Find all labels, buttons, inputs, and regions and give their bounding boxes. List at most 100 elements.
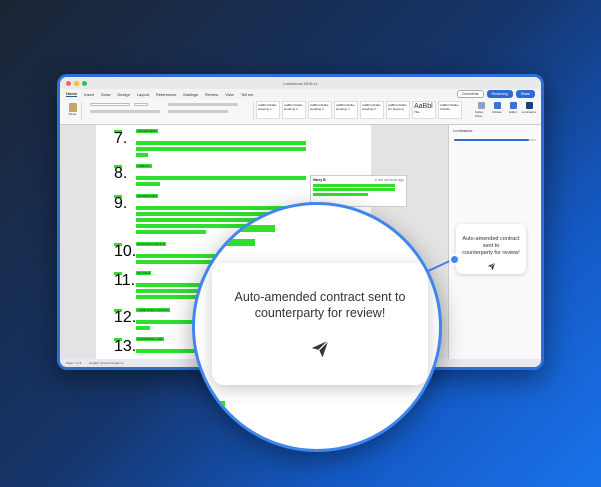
highlighted-paragraph [136,182,160,186]
highlighted-paragraph [195,239,255,246]
highlighted-paragraph [136,326,150,330]
style-heading-1[interactable]: AaBbCcDdEe Heading 1 [256,101,280,119]
tab-home[interactable]: Home [66,91,78,97]
document-title: Luminance NDA v1 [283,80,318,86]
section-number: 10. [114,243,137,260]
tab-layout[interactable]: Layout [137,92,149,97]
pane-title: Luminance [453,128,473,133]
styles-pane-button[interactable]: Styles Pane [475,102,487,118]
style-name: Title [414,110,420,114]
highlighted-paragraph [195,225,275,232]
styles-gallery: AaBbCcDdEe Heading 1 AaBbCcDdEe Heading 2 … [256,101,462,119]
section-heading: LIABILITY [136,164,152,168]
comment-text-line [313,183,395,187]
styles-pane-icon [477,102,485,109]
style-no-spacing[interactable]: AaBbCcDdEe No Spacing [386,101,410,119]
tab-draw[interactable]: Draw [101,92,110,97]
style-name: Heading 1 [258,107,272,111]
comment-time: A few seconds ago [374,178,404,182]
font-size-select[interactable] [134,103,148,106]
style-name: No Spacing [388,107,404,111]
ribbon-actions: Styles Pane Dictate Editor Luminance [475,102,537,118]
tab-tell-me[interactable]: Tell me [241,92,254,97]
highlighted-paragraph [136,147,306,151]
style-name: Heading 4 [336,107,350,111]
comment-text-line [313,192,368,196]
style-heading-3[interactable]: AaBbCcDdEe Heading 3 [308,101,332,119]
alignment-buttons[interactable] [168,110,228,113]
style-subtitle[interactable]: AaBbCcDdEe Subtitle [438,101,462,119]
language-indicator[interactable]: English (United Kingdom) [89,361,123,365]
tab-review[interactable]: Review [205,92,218,97]
pane-progress-bar [454,139,536,141]
section-number: 7. [114,130,128,147]
font-family-select[interactable] [90,103,130,106]
styles-pane-label: Styles Pane [475,110,484,118]
tab-references[interactable]: References [156,92,176,97]
section-heading: NON-SOLICITATION [136,242,167,246]
editor-label: Editor [509,110,517,114]
style-heading-4[interactable]: AaBbCcDdEe Heading 4 [334,101,358,119]
zoom-magnifier: Auto-amended contract sent to counterpar… [192,202,442,452]
section-heading: NO-SALE [136,271,152,275]
title-bar: Luminance NDA v1 [60,77,541,89]
comment-text-line [313,188,395,191]
comment-author: Harry B [313,178,326,182]
luminance-label: Luminance [521,110,537,114]
section-heading: GOVERNING LAW [136,337,164,341]
reviewing-button[interactable]: Reviewing [486,90,513,98]
notification-message-line1: Auto-amended contract sent to [234,290,406,304]
paper-plane-icon [311,340,329,358]
style-title[interactable]: AaBbl Title [412,101,436,119]
dictate-button[interactable]: Dictate [491,102,503,118]
section-number: 9. [114,195,128,212]
format-buttons[interactable] [90,110,160,113]
ribbon-right-actions: Comments Reviewing Share [456,90,535,98]
tab-mailings[interactable]: Mailings [183,92,198,97]
page-indicator: Page 7 of 8 [66,361,82,365]
section-number: 13. [114,338,137,355]
highlighted-paragraph [136,153,148,157]
luminance-icon [525,102,533,109]
notification-message-line2: counterparty for review! [254,305,386,320]
section-heading: WARRANTIES [136,194,158,198]
notification-card-small[interactable]: Auto-amended contract sent to counterpar… [456,224,526,274]
highlighted-paragraph [195,401,225,408]
style-sample: AaBbl [414,103,433,110]
paper-plane-icon [487,262,495,270]
tab-design[interactable]: Design [117,92,129,97]
section-number: 8. [114,165,128,182]
share-button[interactable]: Share [515,90,535,98]
editor-button[interactable]: Editor [507,102,519,118]
editor-icon [509,102,517,109]
style-name: Heading 3 [310,107,324,111]
tab-insert[interactable]: Insert [84,92,94,97]
pane-progress-fill [454,139,530,141]
zoom-origin-dot [449,254,460,265]
notification-message-line1: Auto-amended contract sent to [462,236,520,249]
notification-card-zoomed[interactable]: Auto-amended contract sent to counterpar… [212,263,428,385]
style-heading-5[interactable]: AaBbCcDdEe Heading 5 [360,101,384,119]
clipboard-icon [68,103,77,112]
style-heading-2[interactable]: AaBbCcDdEe Heading 2 [282,101,306,119]
font-group [86,102,254,120]
dictate-label: Dictate [492,110,502,114]
section-number: 11. [114,272,136,289]
style-name: Heading 2 [284,107,298,111]
section-number: 12. [114,309,137,326]
style-name: Heading 5 [362,107,376,111]
tab-view[interactable]: View [225,92,234,97]
paste-group[interactable]: Paste [64,102,82,120]
section-heading: THIRD PARTY RIGHTS [136,308,170,312]
section-heading: ASSIGNMENT [136,129,158,133]
highlighted-paragraph [136,176,306,180]
ribbon-tabs: Home Insert Draw Design Layout Reference… [60,89,541,99]
paragraph-buttons[interactable] [168,103,238,106]
style-name: Subtitle [440,107,451,111]
highlighted-paragraph [136,141,306,145]
notification-message-line2: counterparty for review! [462,249,520,256]
paste-label: Paste [68,112,77,116]
luminance-button[interactable]: Luminance [521,102,537,118]
ribbon-toolbar: Paste AaBbCcDdEe Heading 1 AaBbCcDdEe Head… [60,99,541,125]
comments-button[interactable]: Comments [456,90,484,98]
